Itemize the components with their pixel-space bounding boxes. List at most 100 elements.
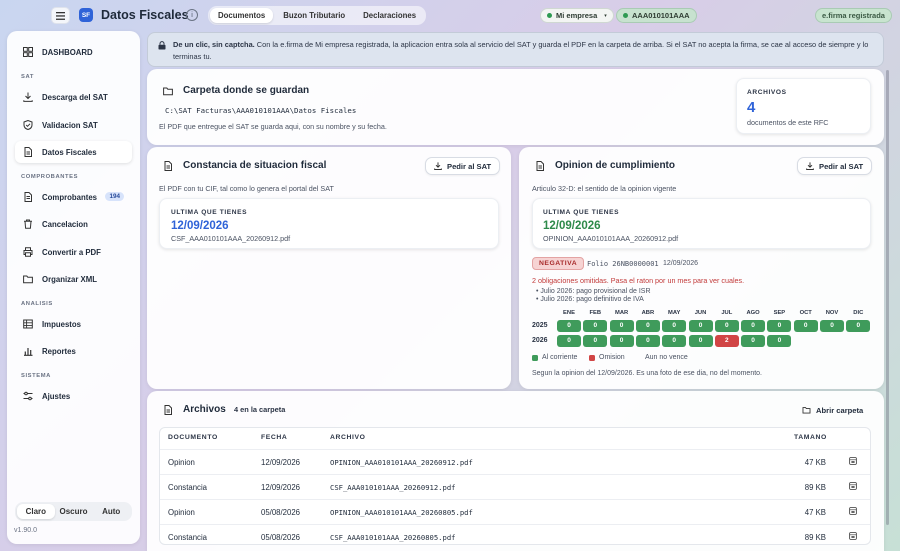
theme-auto[interactable]: Auto [92, 504, 130, 519]
theme-switch: Claro Oscuro Auto [15, 502, 132, 521]
main-tabs: Documentos Buzon Tributario Declaracione… [208, 6, 427, 25]
month-cell [846, 335, 870, 347]
month-cell[interactable]: 0 [635, 335, 660, 347]
month-cell[interactable]: 0 [793, 320, 818, 332]
document-icon [164, 405, 172, 415]
csf-sub: El PDF con tu CIF, tal como lo genera el… [159, 184, 334, 193]
scrollbar[interactable] [886, 70, 889, 525]
lock-icon [158, 41, 166, 50]
month-cell[interactable]: 0 [662, 320, 687, 332]
tab-documentos[interactable]: Documentos [210, 8, 274, 23]
efirma-label: e.firma registrada [822, 11, 885, 20]
month-label: OCT [799, 310, 812, 316]
month-cell[interactable]: 0 [688, 335, 713, 347]
month-cell[interactable]: 0 [767, 335, 792, 347]
company-selector[interactable]: Mi empresa ▾ [540, 8, 614, 23]
month-cell[interactable]: 0 [662, 335, 687, 347]
month-cell[interactable]: 0 [583, 320, 608, 332]
sidebar-item-label: Comprobantes [42, 192, 98, 202]
rfc-value: AAA010101AAA [632, 11, 690, 20]
sidebar-item-impuestos[interactable]: Impuestos [15, 313, 132, 335]
csf-request-button[interactable]: Pedir al SAT [425, 157, 501, 175]
status-dot-icon [623, 13, 628, 18]
opinion-last-label: ULTIMA QUE TIENES [543, 209, 620, 216]
open-file-icon[interactable] [849, 532, 857, 540]
month-cell[interactable]: 0 [583, 335, 608, 347]
opinion-request-button[interactable]: Pedir al SAT [797, 157, 873, 175]
sidebar-item-label: Cancelacion [42, 219, 88, 229]
csf-last-file: CSF_AAA010101AAA_20260912.pdf [171, 234, 291, 243]
month-label: FEB [589, 310, 602, 316]
sidebar-item-ajustes[interactable]: Ajustes [15, 385, 132, 407]
csf-last-label: ULTIMA QUE TIENES [171, 209, 248, 216]
month-cell[interactable]: 2 [714, 335, 739, 347]
open-file-icon[interactable] [849, 507, 857, 515]
open-file-icon[interactable] [849, 457, 857, 465]
cell-documento: Opinion [168, 458, 195, 467]
info-button[interactable]: i [186, 9, 198, 21]
month-cell[interactable]: 0 [741, 335, 766, 347]
open-file-icon[interactable] [849, 482, 857, 490]
archivos-title: Archivos [183, 404, 226, 415]
folder-icon [23, 275, 33, 284]
sidebar-item-cancelacion[interactable]: Cancelacion [15, 213, 132, 235]
month-cell[interactable]: 0 [557, 320, 581, 332]
month-cell[interactable]: 0 [635, 320, 660, 332]
chevron-down-icon: ▾ [604, 12, 607, 19]
button-label: Pedir al SAT [819, 161, 864, 171]
document-icon [164, 161, 172, 171]
cell-fecha: 05/08/2026 [261, 508, 301, 517]
month-label: DIC [853, 310, 864, 316]
sidebar-item-dashboard[interactable]: DASHBOARD [15, 41, 132, 63]
month-cell[interactable]: 0 [557, 335, 581, 347]
column-header: DOCUMENTO [168, 434, 218, 441]
month-cell[interactable]: 0 [688, 320, 713, 332]
legend-swatch [635, 355, 641, 361]
sidebar-item-comprobantes[interactable]: Comprobantes 194 [15, 186, 132, 208]
month-cell[interactable]: 0 [741, 320, 766, 332]
archivos-sub: documentos de este RFC [747, 118, 829, 127]
sidebar-item-validacion[interactable]: Validacion SAT [15, 114, 132, 136]
month-label: ENE [563, 310, 575, 316]
archivos-table: DOCUMENTO FECHA ARCHIVO TAMANO Opinion 1… [159, 427, 871, 545]
opinion-footnote: Segun la opinion del 12/09/2026. Es una … [532, 370, 763, 377]
table-row[interactable]: Constancia 05/08/2026 CSF_AAA010101AAA_2… [160, 524, 870, 544]
omission-item: • Julio 2026: pago definitivo de IVA [536, 296, 644, 303]
top-bar: SF Datos Fiscales i Documentos Buzon Tri… [0, 0, 900, 31]
sidebar-item-datos-fiscales[interactable]: Datos Fiscales [15, 141, 132, 163]
folder-title: Carpeta donde se guardan [183, 85, 310, 96]
menu-button[interactable] [51, 7, 70, 24]
month-cell[interactable]: 0 [767, 320, 792, 332]
month-cell [820, 335, 844, 347]
month-cell[interactable]: 0 [846, 320, 871, 332]
omission-item: • Julio 2026: pago provisional de ISR [536, 288, 651, 295]
month-cell[interactable]: 0 [820, 320, 844, 332]
theme-claro[interactable]: Claro [17, 504, 55, 519]
section-comprobantes: COMPROBANTES [21, 174, 79, 180]
csf-last-box: ULTIMA QUE TIENES 12/09/2026 CSF_AAA0101… [159, 198, 499, 249]
sidebar-item-reportes[interactable]: Reportes [15, 340, 132, 362]
opinion-folio-date: 12/09/2026 [663, 260, 699, 267]
table-row[interactable]: Constancia 12/09/2026 CSF_AAA010101AAA_2… [160, 474, 870, 499]
table-row[interactable]: Opinion 05/08/2026 OPINION_AAA010101AAA_… [160, 499, 870, 524]
sidebar-item-descarga[interactable]: Descarga del SAT [15, 86, 132, 108]
tab-declaraciones[interactable]: Declaraciones [355, 8, 424, 23]
legend-label: Al corriente [542, 354, 578, 361]
month-cell[interactable]: 0 [609, 335, 634, 347]
month-cell[interactable]: 0 [609, 320, 634, 332]
theme-oscuro[interactable]: Oscuro [55, 504, 93, 519]
table-row[interactable]: Opinion 12/09/2026 OPINION_AAA010101AAA_… [160, 449, 870, 474]
sidebar-item-organizar[interactable]: Organizar XML [15, 268, 132, 290]
cell-documento: Constancia [168, 533, 208, 542]
file-text-icon [24, 192, 32, 202]
bar-chart-icon [24, 348, 33, 356]
count-badge: 194 [105, 192, 124, 201]
month-cell[interactable]: 0 [714, 320, 739, 332]
tab-buzon-tributario[interactable]: Buzon Tributario [275, 8, 353, 23]
section-analisis: ANALISIS [21, 301, 53, 307]
open-folder-button[interactable]: Abrir carpeta [794, 401, 871, 419]
sidebar-item-convertir[interactable]: Convertir a PDF [15, 241, 132, 263]
folder-path: C:\SAT Facturas\AAA010101AAA\Datos Fisca… [165, 106, 357, 115]
banner-bold-text: De un clic, sin captcha. [173, 40, 255, 49]
opinion-last-date: 12/09/2026 [543, 220, 601, 232]
